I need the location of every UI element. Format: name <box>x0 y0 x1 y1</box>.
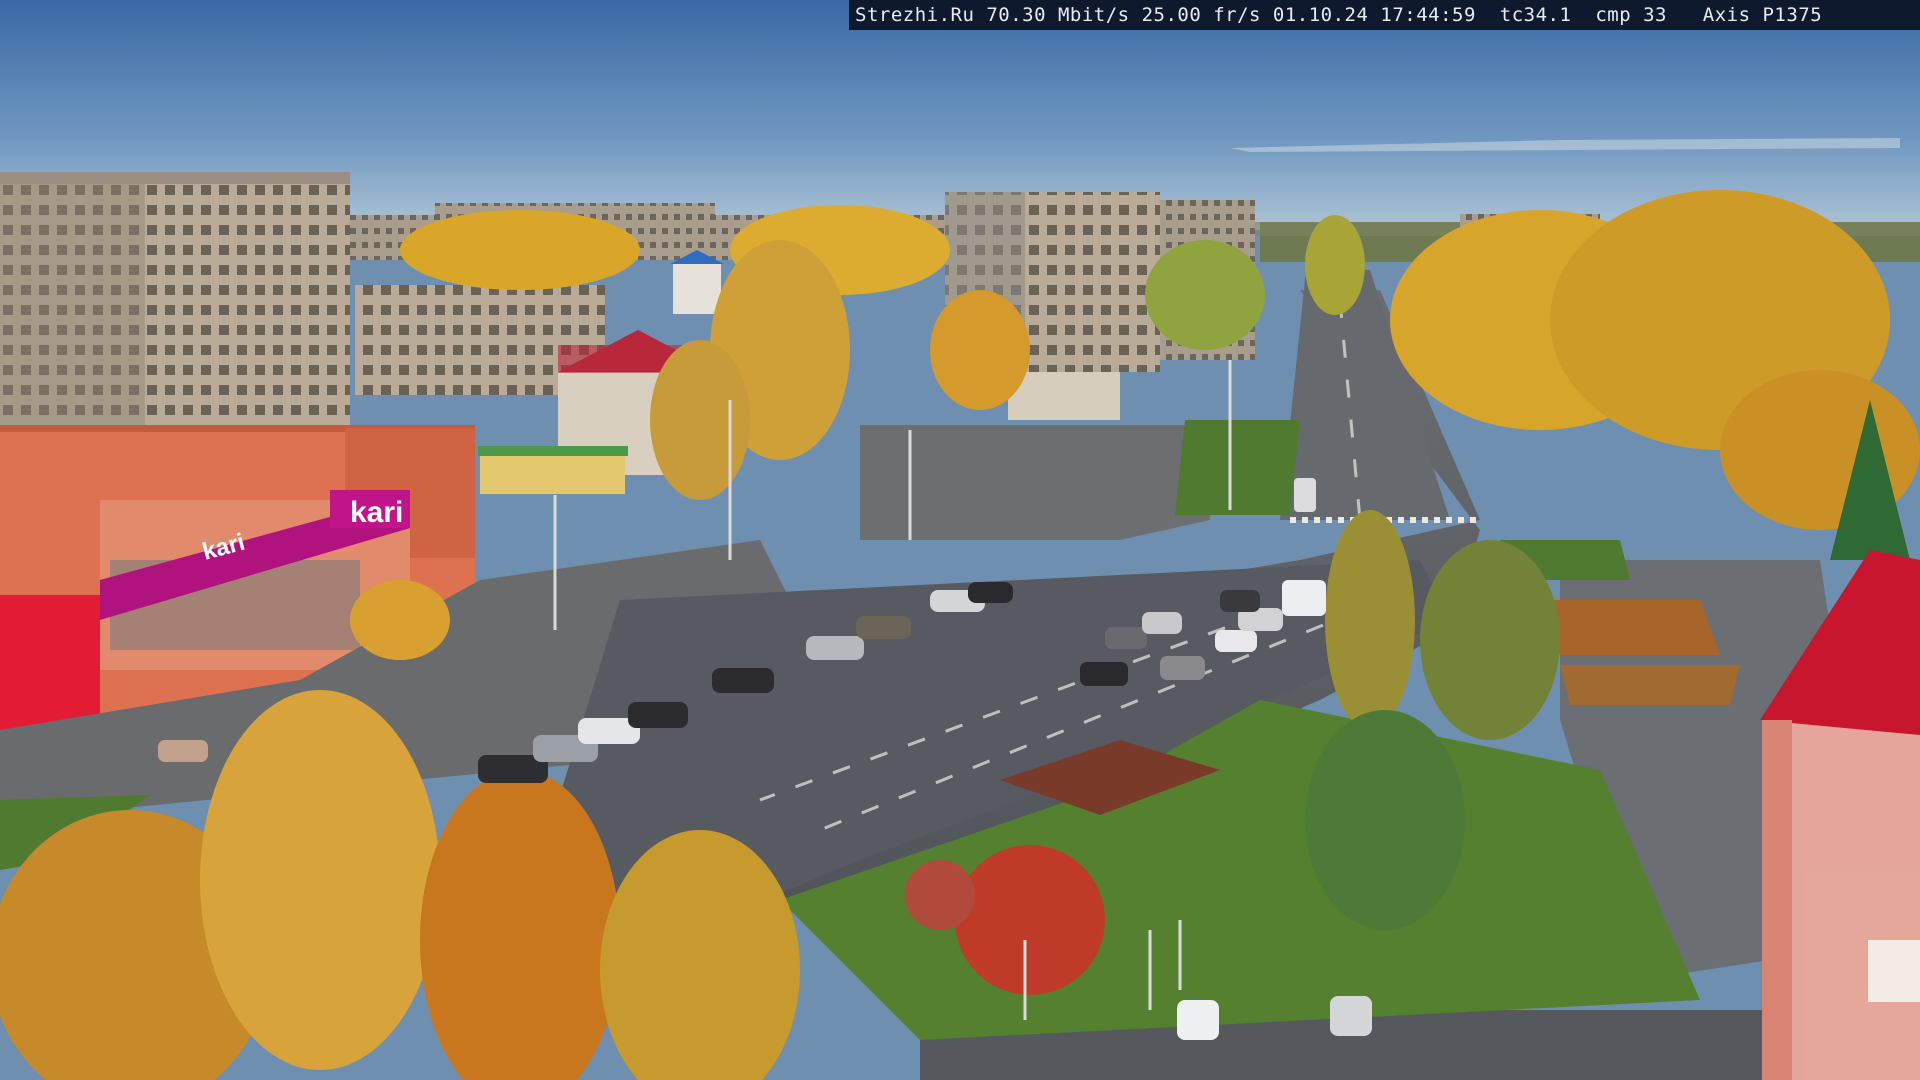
webcam-frame: kari kari Strezhi.Ru 70.30 Mbit/s 25.00 … <box>0 0 1920 1080</box>
osd-fps: 25.00 fr/s <box>1141 4 1261 26</box>
median-lawn <box>1175 420 1300 515</box>
plaza-upper <box>860 425 1210 540</box>
street-scene: kari kari <box>0 0 1920 1080</box>
osd-tc: tc34.1 <box>1499 4 1572 26</box>
osd-bitrate: 70.30 Mbit/s <box>986 4 1130 26</box>
osd-cmp: cmp 33 <box>1595 4 1667 26</box>
osd-site: Strezhi.Ru <box>855 4 975 26</box>
low-building <box>1008 372 1120 420</box>
green-kiosk <box>480 452 625 494</box>
kari-store-sign: kari <box>350 496 403 529</box>
osd-camera-model: Axis P1375 <box>1702 4 1823 26</box>
osd-date: 01.10.24 <box>1272 4 1369 26</box>
flowerbed-3 <box>1560 665 1740 705</box>
blue-roof-tower <box>673 262 721 314</box>
osd-time: 17:44:59 <box>1380 4 1476 26</box>
camera-osd-overlay: Strezhi.Ru 70.30 Mbit/s 25.00 fr/s 01.10… <box>849 0 1920 30</box>
